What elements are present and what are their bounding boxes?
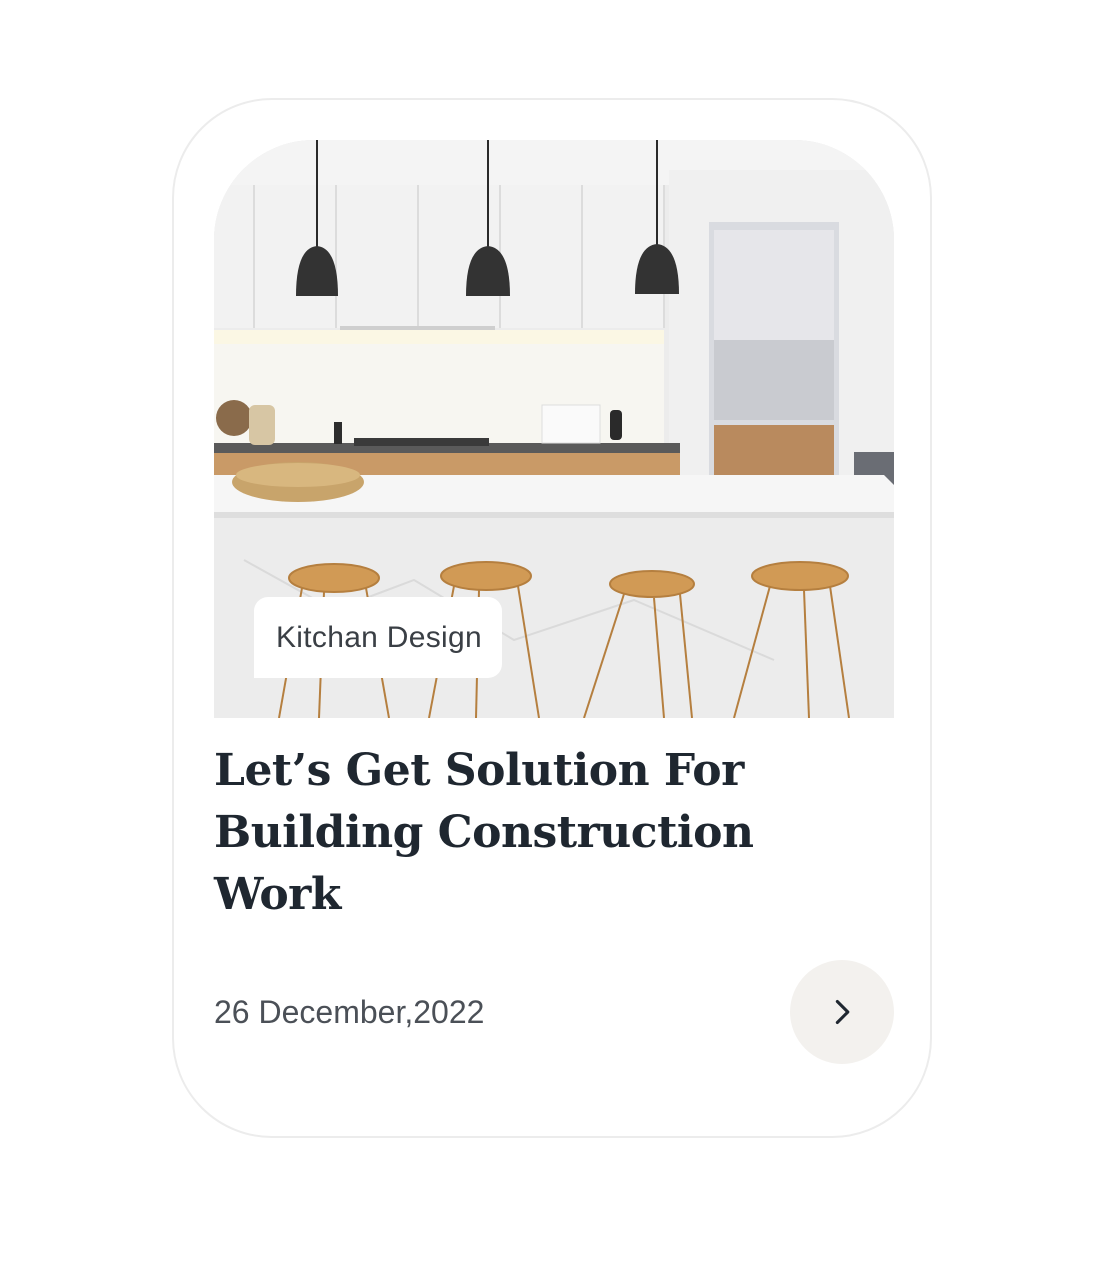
category-tag[interactable]: Kitchan Design: [254, 597, 502, 678]
chevron-right-icon: [835, 999, 850, 1025]
read-more-button[interactable]: [790, 960, 894, 1064]
post-title[interactable]: Let’s Get Solution For Building Construc…: [214, 740, 774, 926]
blog-card: Kitchan Design Let’s Get Solution For Bu…: [172, 98, 932, 1138]
post-date: 26 December,2022: [214, 994, 485, 1030]
